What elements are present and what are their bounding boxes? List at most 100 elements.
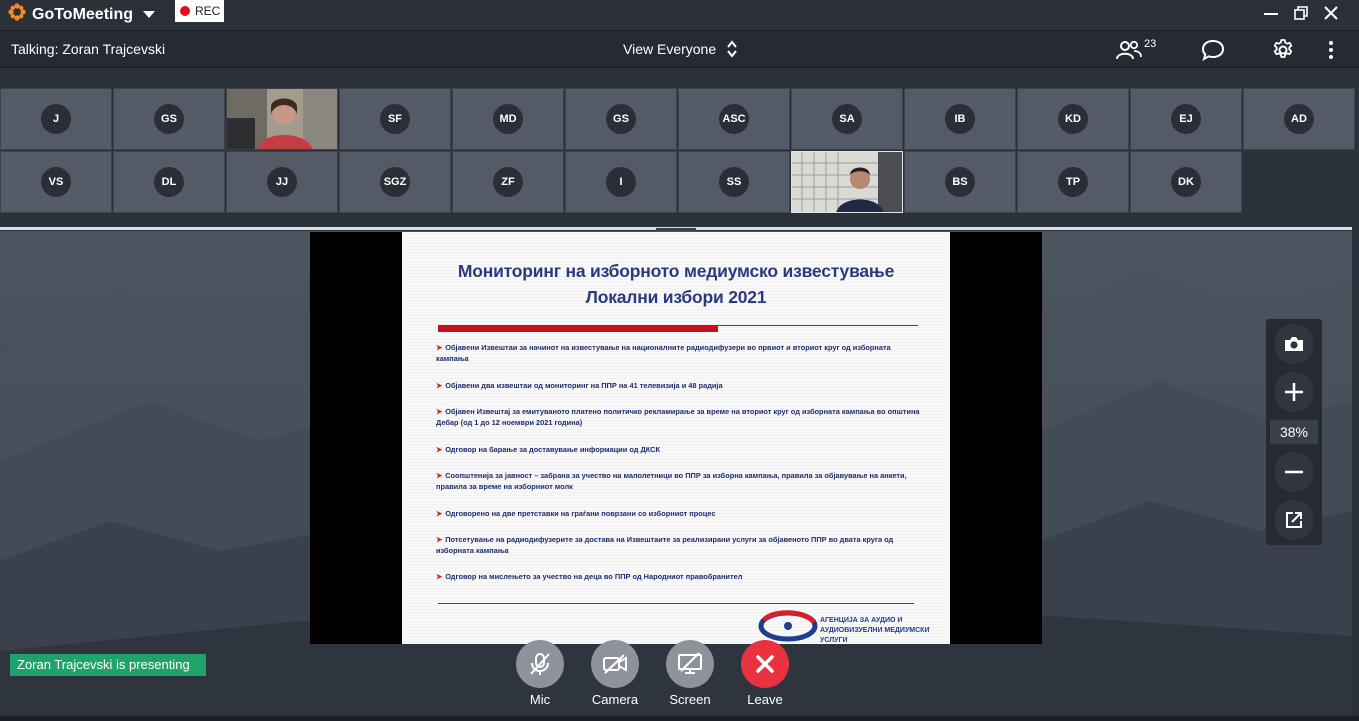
more-options-button[interactable] [1318, 38, 1344, 62]
slide-red-bar [438, 325, 718, 332]
restore-button[interactable] [1289, 2, 1313, 24]
bullet-arrow-icon: ➤ [436, 509, 443, 518]
participant-tile[interactable]: SGZ [339, 151, 451, 213]
sort-arrows-icon [727, 40, 737, 58]
bullet-arrow-icon: ➤ [436, 407, 443, 416]
mic-label: Mic [529, 692, 551, 707]
participant-initials: TP [1058, 167, 1088, 197]
slide-bullet: ➤ Одговорено на две претставки на граѓани… [436, 509, 716, 518]
chat-button[interactable] [1200, 38, 1226, 62]
close-icon [756, 655, 774, 673]
participant-tile[interactable]: ASC [678, 88, 790, 150]
mic-muted-icon [530, 653, 550, 675]
participant-tile[interactable]: TP [1017, 151, 1129, 213]
slide-bullet: ➤ Потсетување на радиодифузерите за доста… [436, 535, 894, 555]
participant-tile[interactable]: SA [791, 88, 903, 150]
participant-tile[interactable]: IB [904, 88, 1016, 150]
zoom-out-button[interactable] [1274, 452, 1314, 492]
bullet-arrow-icon: ➤ [436, 381, 443, 390]
participant-tile[interactable]: SS [678, 151, 790, 213]
participant-tile[interactable]: DL [113, 151, 225, 213]
camera-snapshot-icon [1285, 337, 1303, 351]
slide-bullet: ➤ Објавени Извештаи за начинот на известу… [436, 343, 891, 363]
participant-initials: SGZ [380, 167, 410, 197]
close-icon [1324, 6, 1338, 20]
leave-button[interactable] [741, 640, 789, 688]
participant-video [792, 152, 902, 212]
close-window-button[interactable] [1319, 2, 1343, 24]
participant-tile[interactable]: MD [452, 88, 564, 150]
participant-initials: BS [945, 167, 975, 197]
zoom-panel: 38% [1266, 319, 1322, 545]
participant-tile[interactable]: GS [113, 88, 225, 150]
participant-initials: SS [719, 167, 749, 197]
participant-tile[interactable]: J [0, 88, 112, 150]
participant-initials: MD [493, 104, 523, 134]
settings-button[interactable] [1270, 38, 1296, 62]
meeting-header: Talking: Zoran Trajcevski View Everyone … [0, 30, 1359, 68]
participant-row-2: VS DL JJ SGZ ZF I SS BS TP DK [0, 151, 1243, 213]
participant-tile[interactable]: GS [565, 88, 677, 150]
screen-share-button[interactable] [666, 640, 714, 688]
slide-title-line-2: Локални избори 2021 [585, 287, 767, 307]
bullet-arrow-icon: ➤ [436, 445, 443, 454]
participant-initials: J [41, 104, 71, 134]
screen-label: Screen [669, 692, 711, 707]
bullet-arrow-icon: ➤ [436, 471, 443, 480]
pop-out-button[interactable] [1274, 500, 1314, 540]
participant-tile[interactable]: SF [339, 88, 451, 150]
window-bottom-edge [0, 716, 1359, 721]
more-vertical-icon [1329, 41, 1333, 59]
recording-badge[interactable]: REC [175, 0, 224, 22]
agency-logo-icon [758, 610, 818, 642]
camera-off-icon [603, 654, 627, 674]
app-menu[interactable]: GoToMeeting [8, 3, 156, 26]
minus-icon [1285, 470, 1303, 474]
attendees-count: 23 [1144, 38, 1157, 50]
participant-initials: IB [945, 104, 975, 134]
slide-bullet: ➤ Одговор на барање за доставување информ… [436, 445, 661, 454]
minimize-icon [1264, 13, 1278, 15]
participant-tile[interactable]: BS [904, 151, 1016, 213]
plus-icon [1285, 383, 1303, 401]
people-icon [1116, 40, 1142, 60]
participant-tile[interactable]: ZF [452, 151, 564, 213]
attendees-button[interactable] [1116, 38, 1142, 62]
participant-tile[interactable]: VS [0, 151, 112, 213]
slide-bullet: ➤ Објавени два извештаи од мониторинг на … [436, 381, 723, 390]
chat-bubble-icon [1201, 39, 1225, 61]
participant-video-tile[interactable] [791, 151, 903, 213]
view-selector-label: View Everyone [623, 41, 717, 57]
participant-initials: AD [1284, 104, 1314, 134]
slide-bullet: ➤ Соопштенија за јавност – забрана за уче… [436, 471, 907, 491]
slide-red-line [718, 325, 918, 326]
participant-tile[interactable]: JJ [226, 151, 338, 213]
bullet-arrow-icon: ➤ [436, 343, 443, 352]
participant-row-1: J GS SF MD GS ASC SA IB KD EJ AD [0, 88, 1356, 150]
screen-share-off-icon [678, 652, 702, 674]
mic-button[interactable] [516, 640, 564, 688]
participant-tile[interactable]: DK [1130, 151, 1242, 213]
camera-button[interactable] [591, 640, 639, 688]
participant-initials: KD [1058, 104, 1088, 134]
zoom-in-button[interactable] [1274, 372, 1314, 412]
participant-initials: SF [380, 104, 410, 134]
bullet-arrow-icon: ➤ [436, 572, 443, 581]
gear-icon [1273, 39, 1293, 58]
bullet-arrow-icon: ➤ [436, 535, 443, 544]
participant-initials: SA [832, 104, 862, 134]
participant-video-tile[interactable] [226, 88, 338, 150]
participant-tile[interactable]: AD [1243, 88, 1355, 150]
snapshot-button[interactable] [1274, 324, 1314, 364]
participant-tile[interactable]: KD [1017, 88, 1129, 150]
participant-initials: ASC [719, 104, 749, 134]
participant-initials: EJ [1171, 104, 1201, 134]
slide-bullet: ➤ Одговор на мислењето за учество на деца… [436, 572, 743, 581]
participant-initials: ZF [493, 167, 523, 197]
minimize-button[interactable] [1259, 2, 1283, 24]
view-selector[interactable]: View Everyone [623, 40, 738, 58]
participant-initials: JJ [267, 167, 297, 197]
participant-tile[interactable]: EJ [1130, 88, 1242, 150]
participant-tile[interactable]: I [565, 151, 677, 213]
agency-logo-text: АГЕНЦИЈА ЗА АУДИО И АУДИОВИЗУЕЛНИ МЕДИУМ… [820, 617, 930, 644]
